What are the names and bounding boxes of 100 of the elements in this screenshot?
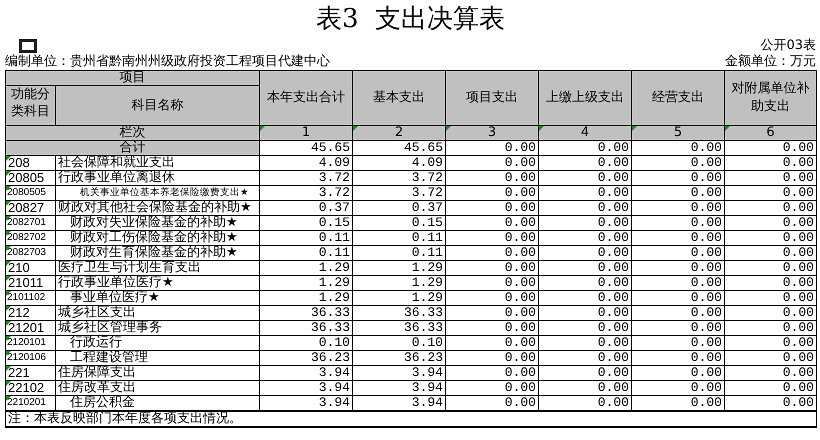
table-cell: 0.00 — [632, 306, 724, 320]
table-cell: 0.00 — [446, 380, 538, 396]
table-cell: 0.00 — [538, 380, 632, 396]
table-cell: 1.29 — [352, 260, 446, 276]
header-cell: 经营支出 — [632, 70, 724, 126]
header-cell: 功能分类科目 — [6, 86, 56, 126]
table-cell: 0.00 — [632, 216, 724, 230]
column-number: 6 — [724, 126, 816, 140]
table-cell: 城乡社区支出 — [56, 306, 260, 320]
column-number: 5 — [632, 126, 724, 140]
table-cell: 36.33 — [260, 320, 352, 336]
table-cell: 0.00 — [632, 200, 724, 216]
table-cell: 36.33 — [260, 306, 352, 320]
table-cell: 22102 — [6, 380, 56, 396]
header-cell: 本年支出合计 — [260, 70, 352, 126]
table-cell: 0.00 — [724, 366, 816, 380]
table-cell: 2120101 — [6, 336, 56, 350]
column-number: 4 — [538, 126, 632, 140]
table-cell: 4.09 — [260, 156, 352, 170]
cell-cursor-icon — [19, 39, 37, 53]
table-cell: 0.00 — [446, 170, 538, 186]
table-cell: 0.00 — [724, 290, 816, 306]
footnote: 注：本表反映部门本年度各项支出情况。 — [6, 411, 816, 427]
table-cell: 3.94 — [260, 366, 352, 380]
table-cell: 0.00 — [538, 246, 632, 260]
table-cell: 0.00 — [632, 380, 724, 396]
table-cell: 0.00 — [724, 260, 816, 276]
compiling-unit: 编制单位：贵州省黔南州州级政府投资工程项目代建中心 — [5, 54, 330, 70]
table-cell: 1.29 — [260, 290, 352, 306]
header-cell: 项目支出 — [446, 70, 538, 126]
table-cell: 0.00 — [632, 366, 724, 380]
table-cell: 221 — [6, 366, 56, 380]
header-cell: 上缴上级支出 — [538, 70, 632, 126]
table-cell: 0.00 — [538, 156, 632, 170]
table-cell: 0.00 — [446, 290, 538, 306]
table-cell: 0.00 — [724, 200, 816, 216]
table-cell: 0.00 — [538, 170, 632, 186]
currency-unit: 金额单位：万元 — [725, 54, 816, 70]
table-cell: 0.00 — [724, 140, 816, 156]
table-cell: 0.00 — [538, 306, 632, 320]
table-cell: 0.00 — [446, 306, 538, 320]
table-cell: 1.29 — [352, 276, 446, 290]
table-cell: 0.00 — [632, 170, 724, 186]
table-cell: 20827 — [6, 200, 56, 216]
table-cell: 0.10 — [352, 336, 446, 350]
table-cell: 0.00 — [538, 230, 632, 246]
table-cell: 社会保障和就业支出 — [56, 156, 260, 170]
table-cell: 行政运行 — [56, 336, 260, 350]
table-cell: 1.29 — [352, 290, 446, 306]
table-cell: 36.23 — [260, 350, 352, 366]
table-cell: 208 — [6, 156, 56, 170]
sheet-title: 表3 支出决算表 — [316, 2, 506, 36]
table-cell: 0.00 — [538, 366, 632, 380]
header-cell: 科目名称 — [56, 86, 260, 126]
table-cell: 0.11 — [260, 246, 352, 260]
table-cell: 财政对工伤保险基金的补助★ — [56, 230, 260, 246]
table-cell: 0.11 — [352, 246, 446, 260]
table-cell: 0.00 — [538, 200, 632, 216]
table-cell: 财政对其他社会保险基金的补助★ — [56, 200, 260, 216]
table-cell: 1.29 — [260, 260, 352, 276]
table-cell: 3.72 — [352, 186, 446, 200]
table-cell: 0.00 — [446, 276, 538, 290]
table-cell: 0.00 — [538, 186, 632, 200]
table-cell: 0.00 — [724, 156, 816, 170]
table-cell: 0.00 — [724, 336, 816, 350]
table-cell: 2080505 — [6, 186, 56, 200]
table-cell: 财政对生育保险基金的补助★ — [56, 246, 260, 260]
table-cell: 0.00 — [632, 320, 724, 336]
table-cell: 行政事业单位医疗★ — [56, 276, 260, 290]
table-cell: 0.11 — [352, 230, 446, 246]
table-cell: 1.29 — [260, 276, 352, 290]
table-cell: 0.00 — [446, 216, 538, 230]
table-cell: 4.09 — [352, 156, 446, 170]
table-cell: 0.00 — [538, 350, 632, 366]
table-cell: 0.10 — [260, 336, 352, 350]
table-cell: 0.00 — [538, 320, 632, 336]
table-cell: 2210201 — [6, 396, 56, 411]
table-cell: 36.33 — [352, 320, 446, 336]
table-cell: 0.11 — [260, 230, 352, 246]
column-number: 3 — [446, 126, 538, 140]
table-cell: 3.94 — [260, 380, 352, 396]
table-cell: 2082703 — [6, 246, 56, 260]
table-cell: 0.00 — [538, 260, 632, 276]
table-cell: 0.00 — [632, 246, 724, 260]
table-cell: 0.00 — [446, 366, 538, 380]
table-cell: 0.00 — [446, 230, 538, 246]
table-cell: 0.00 — [724, 170, 816, 186]
table-cell: 0.00 — [446, 156, 538, 170]
table-cell: 0.00 — [724, 350, 816, 366]
table-cell: 0.00 — [446, 320, 538, 336]
table-cell: 住房改革支出 — [56, 380, 260, 396]
table-cell: 机关事业单位基本养老保险缴费支出★ — [56, 186, 260, 200]
table-cell: 36.23 — [352, 350, 446, 366]
table-cell: 医疗卫生与计划生育支出 — [56, 260, 260, 276]
table-cell: 3.72 — [260, 186, 352, 200]
table-cell: 3.72 — [352, 170, 446, 186]
table-cell: 0.00 — [724, 216, 816, 230]
header-cell: 对附属单位补助支出 — [724, 70, 816, 126]
table-cell: 212 — [6, 306, 56, 320]
table-cell: 0.00 — [446, 140, 538, 156]
